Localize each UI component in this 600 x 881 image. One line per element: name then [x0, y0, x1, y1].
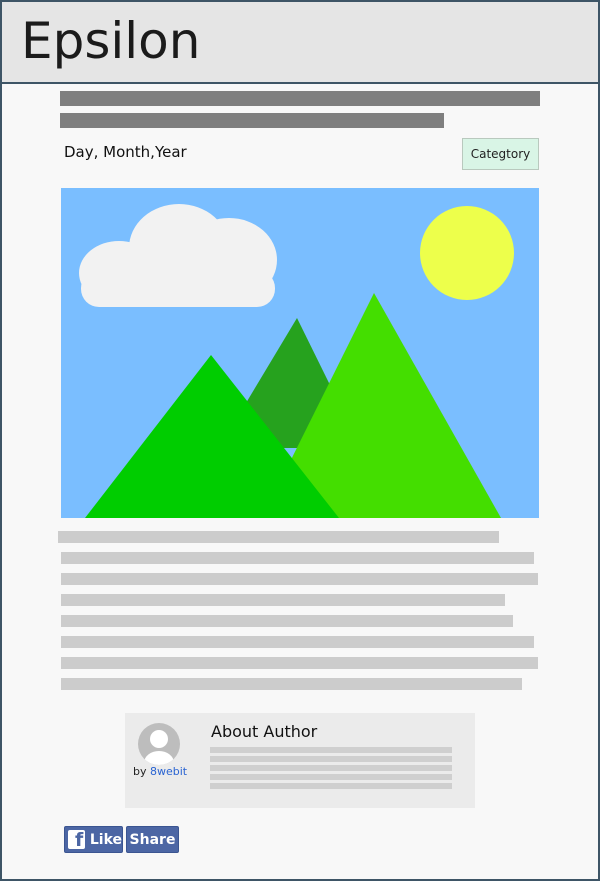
landscape-illustration [61, 188, 539, 518]
body-line-4 [61, 594, 505, 606]
author-bio-line-2 [210, 756, 452, 762]
share-label: Share [129, 831, 176, 848]
author-bio-line-3 [210, 765, 452, 771]
site-header: Epsilon [2, 2, 598, 84]
facebook-icon: f [68, 830, 85, 849]
author-byline: by 8webit [133, 765, 187, 778]
sun-icon [420, 206, 514, 300]
facebook-share-button[interactable]: Share [126, 826, 179, 853]
hero-image [61, 188, 539, 522]
byline-prefix: by [133, 765, 147, 778]
author-bio-line-5 [210, 783, 452, 789]
author-bio-line-1 [210, 747, 452, 753]
body-line-6 [61, 636, 534, 648]
facebook-like-button[interactable]: f Like [64, 826, 123, 853]
site-title[interactable]: Epsilon [21, 16, 200, 66]
like-label: Like [89, 831, 122, 848]
article-title-line-2 [60, 113, 444, 128]
user-avatar-icon[interactable] [138, 723, 180, 765]
body-line-3 [61, 573, 538, 585]
article-date: Day, Month,Year [64, 143, 187, 161]
category-badge[interactable]: Categtory [462, 138, 539, 170]
body-line-2 [61, 552, 534, 564]
body-line-8 [61, 678, 522, 690]
author-bio-line-4 [210, 774, 452, 780]
about-author-heading: About Author [211, 722, 318, 741]
about-author-card: by 8webit About Author [125, 713, 475, 808]
author-name-link[interactable]: 8webit [150, 765, 187, 778]
body-line-7 [61, 657, 538, 669]
article-title-line-1 [60, 91, 540, 106]
body-line-5 [61, 615, 513, 627]
body-line-1 [58, 531, 499, 543]
page-frame: Epsilon Day, Month,Year Categtory by 8we… [0, 0, 600, 881]
